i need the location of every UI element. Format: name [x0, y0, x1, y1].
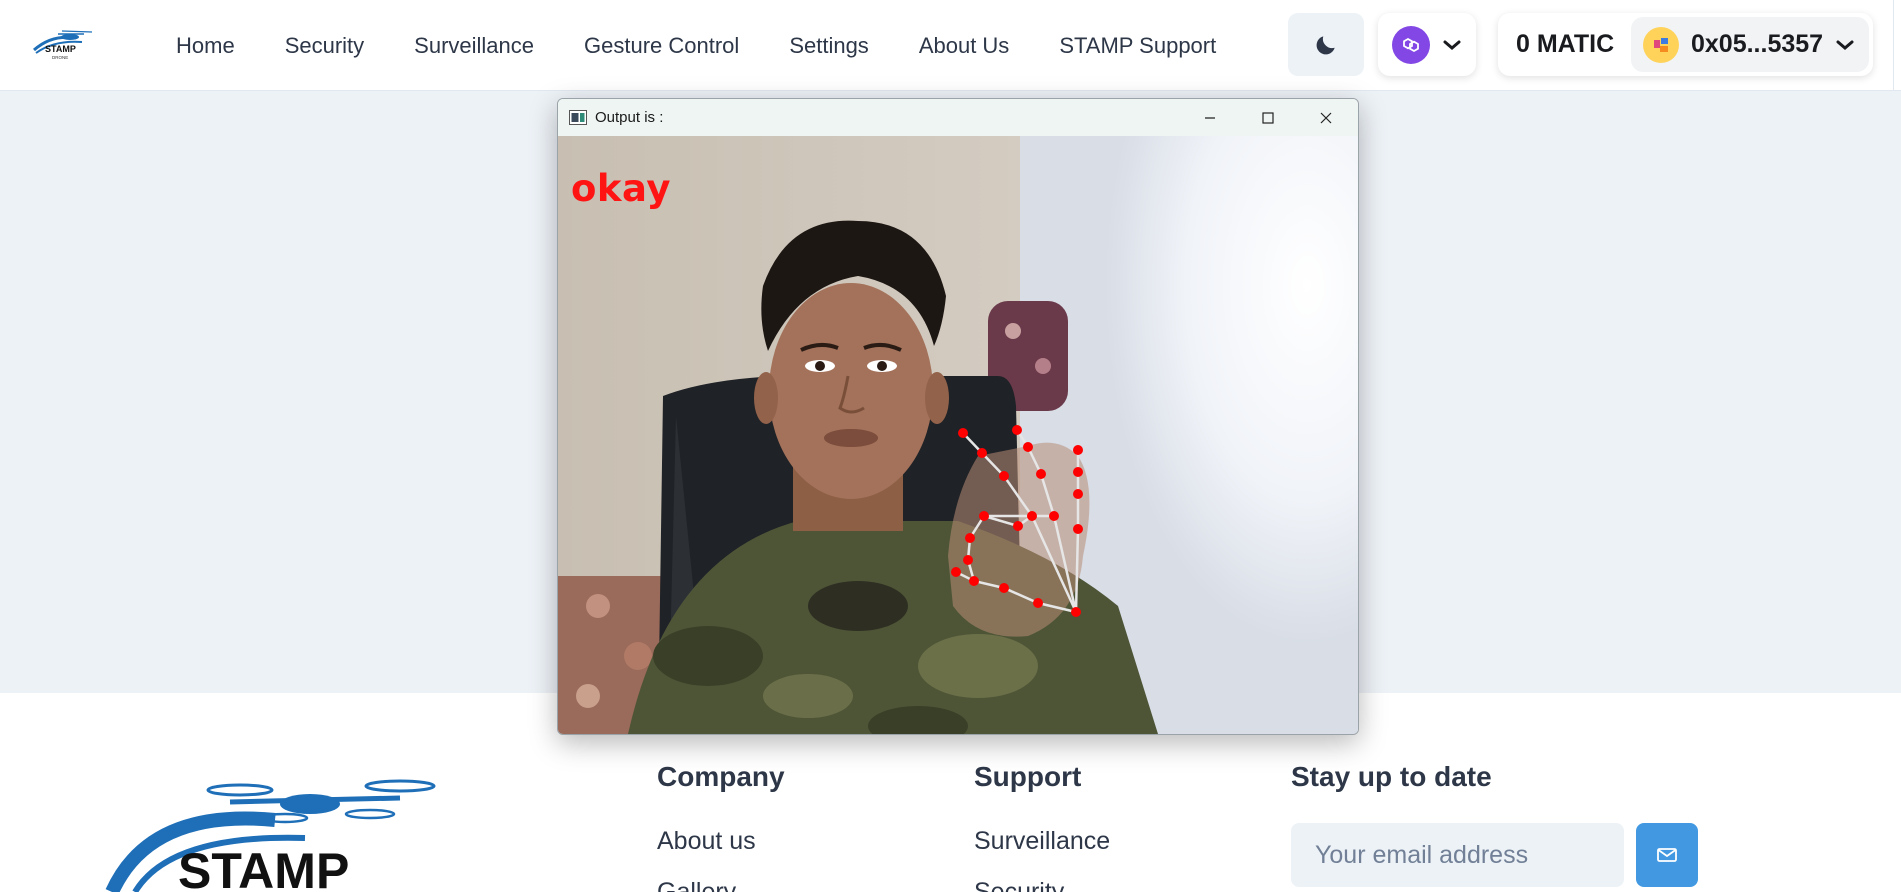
nav-about-us[interactable]: About Us: [919, 33, 1010, 59]
footer-heading-support: Support: [974, 761, 1082, 792]
stamp-footer-logo[interactable]: STAMP: [100, 768, 440, 892]
chevron-down-icon: [1836, 40, 1854, 50]
close-button[interactable]: [1297, 99, 1355, 136]
app-window-icon: [569, 110, 587, 125]
stamp-drone-logo[interactable]: STAMP DRONE: [30, 28, 100, 60]
chevron-down-icon: [1443, 40, 1461, 50]
email-field[interactable]: [1291, 823, 1624, 887]
close-icon: [1320, 112, 1332, 123]
footer-company-column: Company About us Gallery: [657, 761, 785, 892]
footer-link-gallery[interactable]: Gallery: [657, 878, 785, 892]
moon-icon: [1316, 35, 1335, 54]
footer-link-surveillance[interactable]: Surveillance: [974, 827, 1110, 856]
minimize-button[interactable]: [1181, 99, 1239, 136]
nav-home[interactable]: Home: [176, 33, 235, 59]
navbar: STAMP DRONE Home Security Surveillance G…: [0, 0, 1901, 91]
footer-heading-company: Company: [657, 761, 785, 792]
nav-settings[interactable]: Settings: [789, 33, 869, 59]
footer-support-column: Support Surveillance Security: [974, 761, 1110, 892]
footer-logo-text: STAMP: [178, 843, 349, 892]
svg-text:DRONE: DRONE: [52, 55, 68, 60]
main-nav: Home Security Surveillance Gesture Contr…: [176, 0, 1266, 91]
theme-toggle-button[interactable]: [1288, 13, 1364, 76]
polygon-icon: [1392, 25, 1430, 64]
window-titlebar[interactable]: Output is :: [558, 99, 1358, 136]
nav-gesture-control[interactable]: Gesture Control: [584, 33, 739, 59]
svg-text:STAMP: STAMP: [45, 44, 76, 54]
wallet-balance: 0 MATIC: [1516, 30, 1615, 58]
wallet-address: 0x05...5357: [1691, 30, 1824, 58]
footer-newsletter-column: Stay up to date: [1291, 761, 1492, 827]
footer-link-about-us[interactable]: About us: [657, 827, 785, 856]
nav-surveillance[interactable]: Surveillance: [414, 33, 534, 59]
network-selector-button[interactable]: [1378, 13, 1476, 76]
avatar: [1643, 26, 1679, 63]
send-mail-icon: [1657, 848, 1677, 862]
webcam-frame: okay: [558, 136, 1358, 734]
webcam-image: [558, 136, 1358, 734]
nav-stamp-support[interactable]: STAMP Support: [1059, 33, 1216, 59]
nav-security[interactable]: Security: [285, 33, 364, 59]
footer-link-security[interactable]: Security: [974, 878, 1110, 892]
maximize-icon: [1262, 111, 1274, 124]
footer-heading-newsletter: Stay up to date: [1291, 761, 1492, 792]
scrollbar[interactable]: [1893, 0, 1894, 91]
wallet-address-pill[interactable]: 0x05...5357: [1631, 17, 1869, 72]
wallet-account-button[interactable]: 0 MATIC 0x05...5357: [1498, 13, 1873, 76]
opencv-output-window[interactable]: Output is : okay: [557, 98, 1359, 735]
gesture-result-label: okay: [571, 167, 671, 210]
minimize-icon: [1205, 116, 1215, 119]
subscribe-button[interactable]: [1636, 823, 1698, 887]
window-title: Output is :: [595, 109, 664, 126]
maximize-button[interactable]: [1239, 99, 1297, 136]
